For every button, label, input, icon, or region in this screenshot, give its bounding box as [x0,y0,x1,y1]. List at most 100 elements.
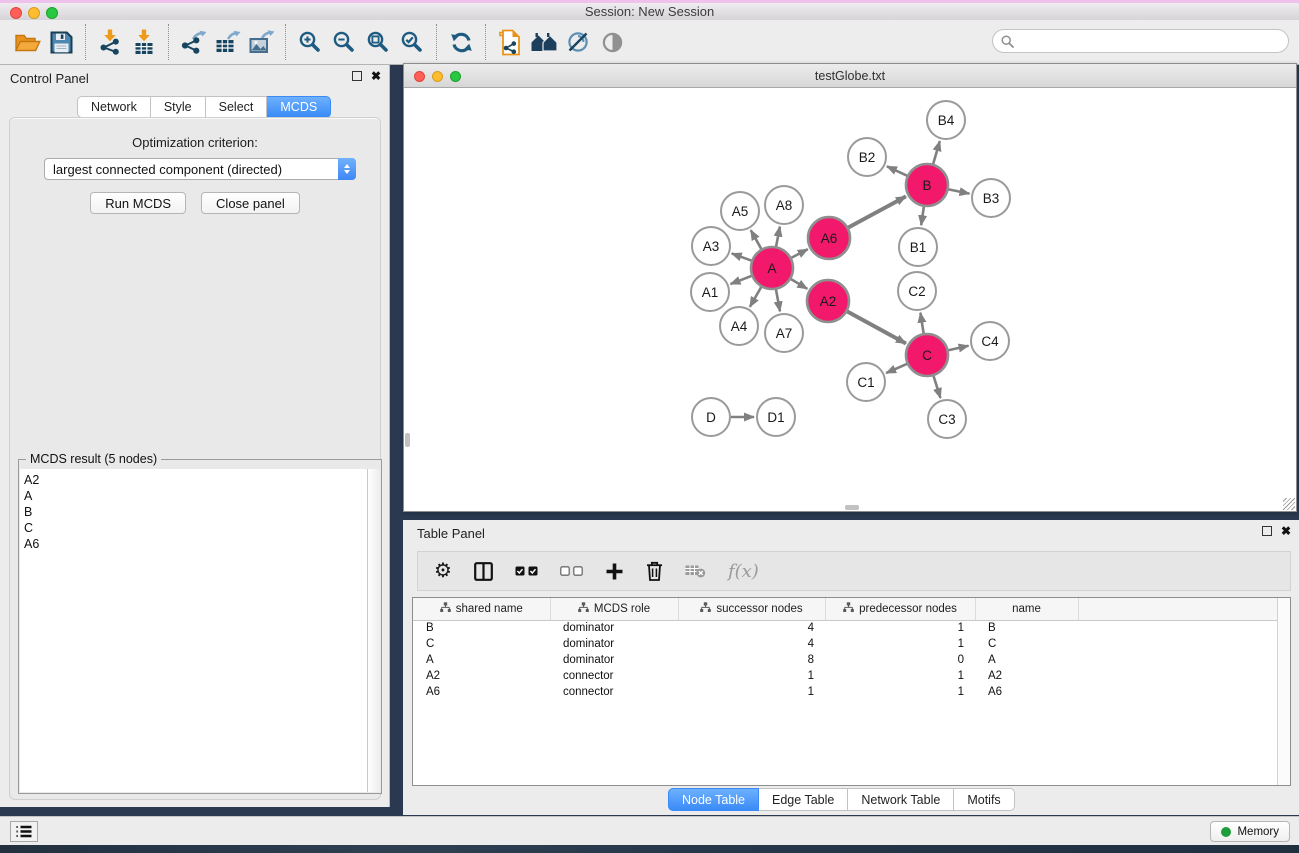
graph-node-A1[interactable]: A1 [691,273,729,311]
graph-node-C2[interactable]: C2 [898,272,936,310]
table-cell[interactable]: 1 [825,636,975,652]
table-cell[interactable]: 0 [825,652,975,668]
horizontal-scroll-thumb[interactable] [845,505,859,510]
hide-graphics-details-button[interactable] [561,24,595,60]
table-cell[interactable]: B [413,620,550,636]
refresh-button[interactable] [444,24,478,60]
graph-node-A6[interactable]: A6 [808,217,850,259]
graph-node-C1[interactable]: C1 [847,363,885,401]
tab-motifs[interactable]: Motifs [954,788,1014,811]
vertical-scroll-thumb[interactable] [405,433,410,447]
table-scrollbar[interactable] [1277,598,1290,785]
graph-node-A[interactable]: A [751,247,793,289]
table-cell[interactable]: 1 [825,668,975,684]
table-cell[interactable]: A2 [975,668,1078,684]
graph-edge-A-A3[interactable] [732,253,752,260]
column-header[interactable]: shared name [413,598,550,620]
table-cell[interactable]: 1 [825,684,975,700]
delete-table-button[interactable] [685,564,706,578]
mcds-result-item[interactable]: A [24,488,367,504]
mcds-result-item[interactable]: A2 [24,472,367,488]
float-table-panel-icon[interactable] [1262,526,1272,536]
mcds-result-item[interactable]: A6 [24,536,367,552]
select-all-columns-button[interactable] [515,566,538,576]
run-mcds-button[interactable]: Run MCDS [90,192,186,214]
close-table-panel-icon[interactable]: ✖ [1281,526,1291,536]
zoom-in-button[interactable] [293,24,327,60]
table-cell[interactable]: C [975,636,1078,652]
graph-edge-A-A6[interactable] [791,249,807,258]
delete-column-button[interactable] [646,561,663,581]
table-cell[interactable]: 1 [825,620,975,636]
graph-node-B4[interactable]: B4 [927,101,965,139]
table-cell[interactable]: dominator [550,620,678,636]
table-cell[interactable]: dominator [550,636,678,652]
graph-node-D[interactable]: D [692,398,730,436]
task-history-button[interactable] [10,821,38,842]
table-cell[interactable]: 4 [678,636,825,652]
graph-node-C4[interactable]: C4 [971,322,1009,360]
zoom-fit-button[interactable] [361,24,395,60]
graph-node-B2[interactable]: B2 [848,138,886,176]
table-cell[interactable]: A6 [975,684,1078,700]
graph-node-B1[interactable]: B1 [899,228,937,266]
graph-edge-C-C4[interactable] [948,346,968,350]
table-row[interactable]: Cdominator41C [413,636,1279,652]
table-cell[interactable]: A2 [413,668,550,684]
table-cell[interactable]: A6 [413,684,550,700]
graph-node-C[interactable]: C [906,334,948,376]
table-row[interactable]: Adominator80A [413,652,1279,668]
graph-edge-B-B4[interactable] [933,141,940,164]
graph-edge-B-B2[interactable] [887,166,907,175]
tab-edge-table[interactable]: Edge Table [759,788,848,811]
graph-node-A5[interactable]: A5 [721,192,759,230]
deselect-all-columns-button[interactable] [560,566,583,576]
mcds-result-item[interactable]: C [24,520,367,536]
table-row[interactable]: A6connector11A6 [413,684,1279,700]
graph-node-A2[interactable]: A2 [807,280,849,322]
new-network-from-selection-button[interactable] [493,24,527,60]
network-window-titlebar[interactable]: testGlobe.txt [404,64,1296,88]
table-settings-button[interactable]: ⚙ [434,561,452,581]
search-input[interactable] [1019,34,1280,48]
export-network-button[interactable] [176,24,210,60]
search-field[interactable] [992,29,1289,53]
column-header[interactable]: predecessor nodes [825,598,975,620]
table-cell[interactable]: 4 [678,620,825,636]
tab-mcds[interactable]: MCDS [267,96,331,118]
split-table-button[interactable] [474,562,493,581]
tab-node-table[interactable]: Node Table [668,788,759,811]
network-canvas[interactable]: B4B2BB3B1A5A8A6A3AA1C2A2A4A7C4CC1C3DD1 [404,88,1296,511]
network-overview-button[interactable] [527,24,561,60]
import-table-button[interactable] [127,24,161,60]
criterion-dropdown[interactable]: largest connected component (directed) [44,158,356,180]
table-cell[interactable]: connector [550,668,678,684]
column-header[interactable]: MCDS role [550,598,678,620]
table-cell[interactable]: dominator [550,652,678,668]
graph-edge-C-C1[interactable] [886,364,907,373]
tab-network-table[interactable]: Network Table [848,788,954,811]
graph-edge-A-A4[interactable] [750,287,761,307]
table-cell[interactable]: connector [550,684,678,700]
table-cell[interactable]: 1 [678,668,825,684]
resize-grip[interactable] [1283,498,1295,510]
graph-node-A8[interactable]: A8 [765,186,803,224]
table-row[interactable]: A2connector11A2 [413,668,1279,684]
close-window-button[interactable] [10,7,22,19]
close-panel-button[interactable]: Close panel [201,192,300,214]
table-cell[interactable]: A [413,652,550,668]
table-cell[interactable]: A [975,652,1078,668]
table-cell[interactable]: 1 [678,684,825,700]
float-panel-icon[interactable] [352,71,362,81]
tab-select[interactable]: Select [206,96,268,118]
graph-edge-A-A7[interactable] [776,290,780,312]
tab-network[interactable]: Network [77,96,151,118]
close-panel-icon[interactable]: ✖ [371,71,381,81]
graph-node-C3[interactable]: C3 [928,400,966,438]
table-cell[interactable]: 8 [678,652,825,668]
open-session-button[interactable] [10,24,44,60]
export-table-button[interactable] [210,24,244,60]
column-header[interactable]: successor nodes [678,598,825,620]
table-cell[interactable]: C [413,636,550,652]
import-network-button[interactable] [93,24,127,60]
